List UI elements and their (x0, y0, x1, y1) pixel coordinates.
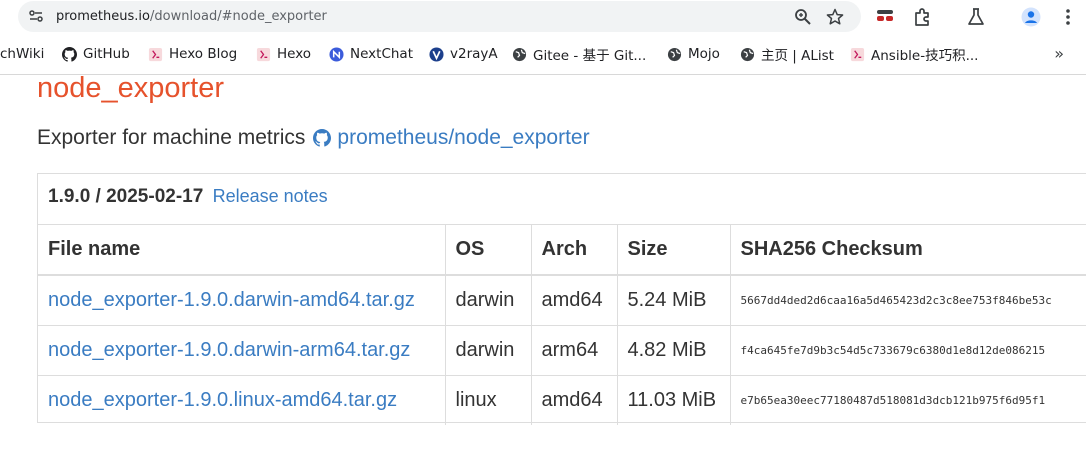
file-download-link[interactable]: node_exporter-1.9.0.linux-amd64.tar.gz (48, 389, 397, 411)
page-description: Exporter for machine metrics prometheus/… (37, 126, 590, 150)
bookmark-label: Gitee - 基于 Git... (533, 48, 647, 64)
column-header: Size (617, 225, 731, 276)
size-cell: 5.24 MiB (617, 275, 731, 326)
release-version: 1.9.0 / 2025-02-17 (48, 186, 204, 207)
description-text: Exporter for machine metrics (37, 126, 306, 149)
file-cell: node_exporter-1.9.0.darwin-arm64.tar.gz (38, 325, 446, 376)
bookmark-label: Ansible-技巧积... (871, 48, 979, 64)
bookmark-label: Hexo (277, 46, 312, 62)
extensions-icon[interactable] (912, 7, 932, 27)
profile-avatar-icon[interactable] (1021, 7, 1041, 27)
arch-cell: amd64 (531, 275, 618, 326)
bookmarks-overflow-button[interactable]: » (1054, 44, 1064, 63)
bookmark-label: Hexo Blog (169, 46, 238, 62)
incognito-extension-icon[interactable] (875, 7, 895, 27)
globe-icon (512, 47, 527, 61)
globe-icon (740, 47, 755, 61)
column-header: SHA256 Checksum (730, 225, 1086, 276)
bookmark-label: v2rayA (450, 46, 498, 62)
file-cell: node_exporter-1.9.0.linux-amd64.tar.gz (38, 375, 446, 425)
release-notes-link[interactable]: Release notes (213, 186, 328, 206)
os-cell: linux (445, 375, 532, 425)
site-info-icon[interactable] (28, 8, 44, 24)
bookmark-label: 主页 | AList (761, 48, 834, 64)
column-header: OS (445, 225, 532, 276)
arch-cell: amd64 (531, 375, 618, 425)
globe-icon (667, 47, 682, 61)
v2raya-icon (429, 46, 444, 62)
bookmark-item[interactable]: v2rayA (429, 43, 498, 65)
hexo-icon (148, 47, 163, 61)
arch-cell: arm64 (531, 325, 618, 376)
checksum-cell: 5667dd4ded2d6caa16a5d465423d2c3c8ee753f8… (730, 275, 1086, 326)
table-header-row: File name OS Arch Size SHA256 Checksum (38, 225, 1086, 276)
bookmark-item[interactable]: Ansible-技巧积... (850, 43, 978, 65)
browser-toolbar: prometheus.io/download/#node_exporter (0, 0, 1086, 34)
downloads-table: 1.9.0 / 2025-02-17 Release notes File na… (37, 173, 1086, 425)
size-cell: 4.82 MiB (617, 325, 731, 376)
bookmark-item[interactable]: NextChat (329, 43, 413, 65)
column-header: Arch (531, 225, 618, 276)
nextchat-icon (329, 46, 344, 62)
os-cell: darwin (445, 275, 532, 326)
size-cell: 11.03 MiB (617, 375, 731, 425)
bookmark-label: Mojo (688, 46, 720, 62)
table-row: node_exporter-1.9.0.darwin-arm64.tar.gz … (38, 325, 1086, 376)
labs-flask-icon[interactable] (966, 7, 986, 27)
release-header: 1.9.0 / 2025-02-17 Release notes (38, 174, 1086, 225)
column-header: File name (38, 225, 446, 276)
url-path: /download/#node_exporter (149, 9, 327, 24)
bookmark-label: GitHub (83, 46, 130, 62)
checksum-cell: e7b65ea30eec77180487d518081d3dcb121b975f… (730, 375, 1086, 425)
bookmark-label: chWiki (0, 46, 45, 62)
os-cell: darwin (445, 325, 532, 376)
hexo-icon (256, 47, 271, 61)
file-download-link[interactable]: node_exporter-1.9.0.darwin-arm64.tar.gz (48, 339, 410, 361)
bookmark-item[interactable]: Hexo (256, 43, 311, 65)
files-table: File name OS Arch Size SHA256 Checksum n… (38, 225, 1086, 425)
bookmark-item[interactable]: 主页 | AList (740, 43, 834, 65)
bookmark-item[interactable]: chWiki (0, 43, 44, 65)
url-text[interactable]: prometheus.io/download/#node_exporter (56, 8, 327, 25)
more-menu-icon[interactable] (1058, 7, 1078, 27)
bookmark-item[interactable]: Mojo (667, 43, 720, 65)
hexo-icon (850, 47, 865, 61)
bookmark-item[interactable]: Hexo Blog (148, 43, 237, 65)
zoom-icon[interactable] (794, 8, 812, 26)
address-bar[interactable]: prometheus.io/download/#node_exporter (18, 1, 861, 32)
github-icon (313, 129, 332, 147)
bookmark-star-icon[interactable] (826, 8, 844, 26)
file-download-link[interactable]: node_exporter-1.9.0.darwin-amd64.tar.gz (48, 289, 415, 311)
table-row: node_exporter-1.9.0.darwin-amd64.tar.gz … (38, 275, 1086, 326)
bookmark-item[interactable]: GitHub (62, 43, 130, 65)
repo-link[interactable]: prometheus/node_exporter (337, 126, 589, 150)
page-title: node_exporter (37, 72, 225, 104)
bookmark-item[interactable]: Gitee - 基于 Git... (512, 43, 646, 65)
bookmark-label: NextChat (350, 46, 413, 62)
file-cell: node_exporter-1.9.0.darwin-amd64.tar.gz (38, 275, 446, 326)
url-host: prometheus.io (56, 9, 150, 24)
table-row: node_exporter-1.9.0.linux-amd64.tar.gz l… (38, 375, 1086, 425)
github-icon (62, 46, 77, 62)
checksum-cell: f4ca645fe7d9b3c54d5c733679c6380d1e8d12de… (730, 325, 1086, 376)
bookmarks-bar: chWiki GitHub Hexo Blog Hexo NextChat v2… (0, 36, 1086, 72)
